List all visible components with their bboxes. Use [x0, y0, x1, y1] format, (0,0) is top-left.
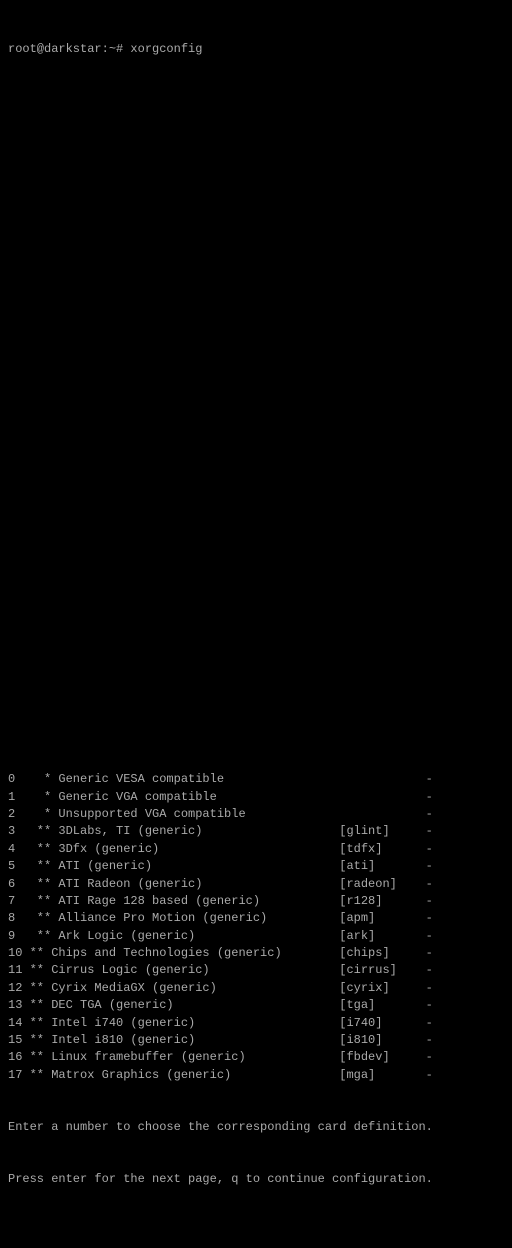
card-item: 2 * Unsupported VGA compatible -	[8, 806, 504, 823]
card-item: 9 ** Ark Logic (generic) [ark] -	[8, 928, 504, 945]
card-item: 3 ** 3DLabs, TI (generic) [glint] -	[8, 823, 504, 840]
blank-line	[8, 406, 504, 423]
card-item: 13 ** DEC TGA (generic) [tga] -	[8, 997, 504, 1014]
card-item: 10 ** Chips and Technologies (generic) […	[8, 945, 504, 962]
terminal-window: root@darkstar:~# xorgconfig 0 * Generic …	[0, 0, 512, 624]
card-item: 5 ** ATI (generic) [ati] -	[8, 858, 504, 875]
card-item: 0 * Generic VESA compatible -	[8, 771, 504, 788]
instructions2: Press enter for the next page, q to cont…	[8, 1171, 504, 1188]
prompt-line: root@darkstar:~# xorgconfig	[8, 41, 504, 58]
card-item: 8 ** Alliance Pro Motion (generic) [apm]…	[8, 910, 504, 927]
blank-line	[8, 458, 504, 475]
card-item: 12 ** Cyrix MediaGX (generic) [cyrix] -	[8, 980, 504, 997]
blank-line	[8, 615, 504, 632]
blank-line	[8, 719, 504, 736]
card-item: 14 ** Intel i740 (generic) [i740] -	[8, 1015, 504, 1032]
blank-line	[8, 667, 504, 684]
card-item: 16 ** Linux framebuffer (generic) [fbdev…	[8, 1049, 504, 1066]
card-list: 0 * Generic VESA compatible -1 * Generic…	[8, 771, 504, 1084]
card-item: 4 ** 3Dfx (generic) [tdfx] -	[8, 841, 504, 858]
card-item: 11 ** Cirrus Logic (generic) [cirrus] -	[8, 962, 504, 979]
blank-line	[8, 93, 504, 110]
instructions1: Enter a number to choose the correspondi…	[8, 1119, 504, 1136]
blank-line	[8, 1223, 504, 1240]
card-item: 7 ** ATI Rage 128 based (generic) [r128]…	[8, 893, 504, 910]
blank-line	[8, 145, 504, 162]
blank-line	[8, 354, 504, 371]
card-item: 15 ** Intel i810 (generic) [i810] -	[8, 1032, 504, 1049]
card-item: 17 ** Matrox Graphics (generic) [mga] -	[8, 1067, 504, 1084]
blank-line	[8, 563, 504, 580]
blank-line	[8, 302, 504, 319]
card-item: 1 * Generic VGA compatible -	[8, 789, 504, 806]
card-item: 6 ** ATI Radeon (generic) [radeon] -	[8, 876, 504, 893]
blank-line	[8, 510, 504, 527]
blank-line	[8, 249, 504, 266]
blank-line	[8, 197, 504, 214]
